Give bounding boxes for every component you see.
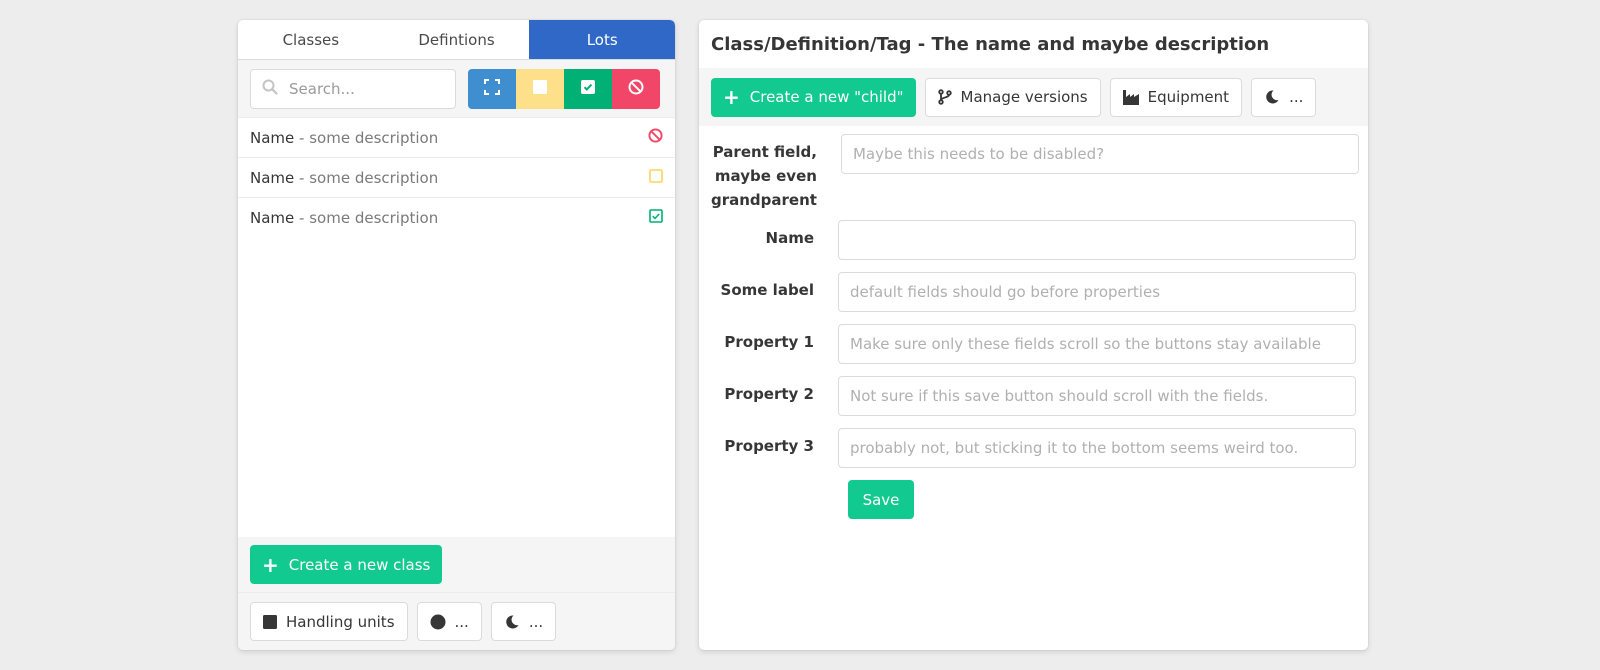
square-filled-icon [263, 614, 277, 629]
square-filled-icon [533, 79, 547, 98]
detail-form: Parent field, maybe even grandparent Nam… [699, 126, 1368, 519]
item-name: Name [250, 128, 295, 147]
some-label-field-label: Some label [720, 281, 814, 299]
tab-classes[interactable]: Classes [238, 20, 384, 59]
property-2-input[interactable] [838, 376, 1356, 416]
parent-field-label: Parent field, maybe even grandparent [711, 143, 817, 209]
moon-more-button[interactable]: ... [1251, 77, 1317, 117]
list-item[interactable]: Name - some description [238, 118, 675, 158]
item-description: - some description [294, 128, 439, 147]
tab-bar: Classes Defintions Lots [238, 20, 675, 60]
plus-icon: + [262, 552, 279, 577]
moon-more-label: ... [1289, 88, 1304, 106]
square-outline-icon [649, 168, 663, 187]
moon-icon [1264, 89, 1280, 105]
form-row-name: Name [699, 220, 1368, 260]
property-1-label: Property 1 [724, 333, 814, 351]
search-toolbar [238, 60, 675, 118]
manage-versions-label: Manage versions [960, 88, 1088, 106]
item-name: Name [250, 168, 295, 187]
property-2-label: Property 2 [724, 385, 814, 403]
property-3-label: Property 3 [724, 437, 814, 455]
class-list: Name - some description Name - some desc… [238, 118, 675, 238]
plus-icon: + [723, 85, 740, 109]
expand-icon [484, 78, 500, 99]
moon-icon [504, 614, 520, 630]
tab-lots[interactable]: Lots [529, 20, 675, 59]
list-item[interactable]: Name - some description [238, 158, 675, 198]
item-description: - some description [294, 168, 439, 187]
industry-icon [1122, 89, 1139, 105]
item-description: - some description [294, 209, 439, 227]
circle-more-button[interactable]: ... [416, 602, 482, 641]
name-field-label: Name [765, 229, 814, 247]
filter-rejected-button[interactable] [612, 68, 660, 109]
filter-pending-button[interactable] [516, 68, 564, 109]
item-name: Name [250, 209, 295, 227]
search-input[interactable] [289, 79, 439, 98]
right-panel: Class/Definition/Tag - The name and mayb… [699, 20, 1368, 650]
list-item-text: Name - some description [250, 169, 438, 187]
check-square-icon [581, 79, 595, 98]
filter-approved-button[interactable] [564, 68, 612, 109]
page-title: Class/Definition/Tag - The name and mayb… [711, 33, 1270, 55]
left-footer: + Create a new class Handling units ... [238, 537, 675, 650]
detail-toolbar: + Create a new "child" Manage versions E… [699, 68, 1368, 126]
moon-more-label: ... [528, 612, 544, 631]
list-item-text: Name - some description [250, 209, 438, 227]
ban-icon [648, 128, 663, 147]
circle-more-label: ... [454, 612, 469, 631]
create-class-label: Create a new class [288, 555, 431, 574]
ban-icon [628, 79, 644, 99]
form-row-property-2: Property 2 [699, 376, 1368, 416]
moon-more-button[interactable]: ... [490, 602, 557, 641]
left-panel: Classes Defintions Lots Search... Name -… [238, 20, 675, 650]
circle-icon [430, 614, 446, 630]
list-item[interactable]: Name - some description [238, 198, 675, 238]
parent-field-input[interactable] [840, 134, 1359, 174]
name-field-input[interactable] [838, 220, 1356, 260]
handling-units-label: Handling units [286, 612, 395, 631]
code-branch-icon [937, 89, 952, 105]
search-icon [262, 79, 278, 99]
equipment-label: Equipment [1147, 88, 1230, 106]
equipment-button[interactable]: Equipment [1109, 77, 1243, 117]
form-row-some-label: Some label [699, 272, 1368, 312]
search-box [250, 68, 456, 109]
filter-all-button[interactable] [468, 68, 516, 109]
property-1-input[interactable] [838, 324, 1356, 364]
list-item-text: Name - some description [250, 129, 438, 147]
tab-definitions[interactable]: Defintions [384, 20, 530, 59]
property-3-input[interactable] [838, 428, 1356, 468]
handling-units-button[interactable]: Handling units [250, 602, 408, 641]
check-square-icon [649, 209, 663, 227]
form-row-property-3: Property 3 [699, 428, 1368, 468]
some-label-field-input[interactable] [838, 272, 1356, 312]
create-child-label: Create a new "child" [749, 88, 904, 106]
create-child-button[interactable]: + Create a new "child" [711, 77, 916, 117]
save-button[interactable]: Save [848, 480, 914, 519]
manage-versions-button[interactable]: Manage versions [924, 77, 1101, 117]
create-class-button[interactable]: + Create a new class [250, 545, 443, 584]
status-filter-group [468, 68, 660, 109]
form-row-parent: Parent field, maybe even grandparent [699, 134, 1368, 212]
form-row-property-1: Property 1 [699, 324, 1368, 364]
